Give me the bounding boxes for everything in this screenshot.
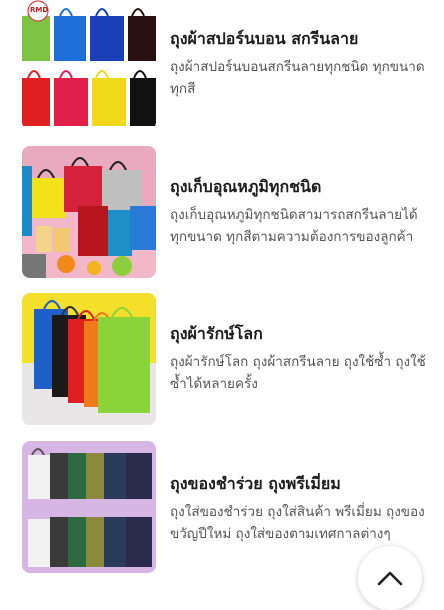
product-image[interactable] <box>22 293 156 425</box>
product-description: ถุงผ้ารักษ์โลก ถุงผ้าสกรีนลาย ถุงใช้ซ้ำ … <box>170 354 426 392</box>
scroll-to-top-button[interactable] <box>358 546 422 610</box>
product-image[interactable]: RMD <box>22 0 156 130</box>
brand-badge: RMD <box>30 6 49 14</box>
product-title[interactable]: ถุงของชำร่วย ถุงพรีเมี่ยม <box>170 473 426 495</box>
product-title[interactable]: ถุงผ้าสปอร์นบอน สกรีนลาย <box>170 28 426 50</box>
product-image[interactable] <box>22 146 156 278</box>
product-image[interactable] <box>22 441 156 573</box>
product-description: ถุงผ้าสปอร์นบอนสกรีนลายทุกชนิด ทุกขนาด ท… <box>170 59 425 97</box>
product-title[interactable]: ถุงเก็บอุณหภูมิทุกชนิด <box>170 176 426 198</box>
list-item[interactable]: ถุงผ้ารักษ์โลก ถุงผ้ารักษ์โลก ถุงผ้าสกรี… <box>0 293 444 425</box>
product-description: ถุงเก็บอุณหภูมิทุกชนิดสามารถสกรีนลายได้ … <box>170 207 418 245</box>
chevron-up-icon <box>377 571 403 586</box>
product-description: ถุงใส่ของชำร่วย ถุงใส่สินค้า พรีเมี่ยม ถ… <box>170 504 425 542</box>
list-item[interactable]: RMD ถุงผ้าสปอร์นบอน สกรีนลาย ถุงผ้าสปอร์… <box>0 0 444 132</box>
product-title[interactable]: ถุงผ้ารักษ์โลก <box>170 323 426 345</box>
list-item[interactable]: ถุงเก็บอุณหภูมิทุกชนิด ถุงเก็บอุณหภูมิทุ… <box>0 146 444 278</box>
